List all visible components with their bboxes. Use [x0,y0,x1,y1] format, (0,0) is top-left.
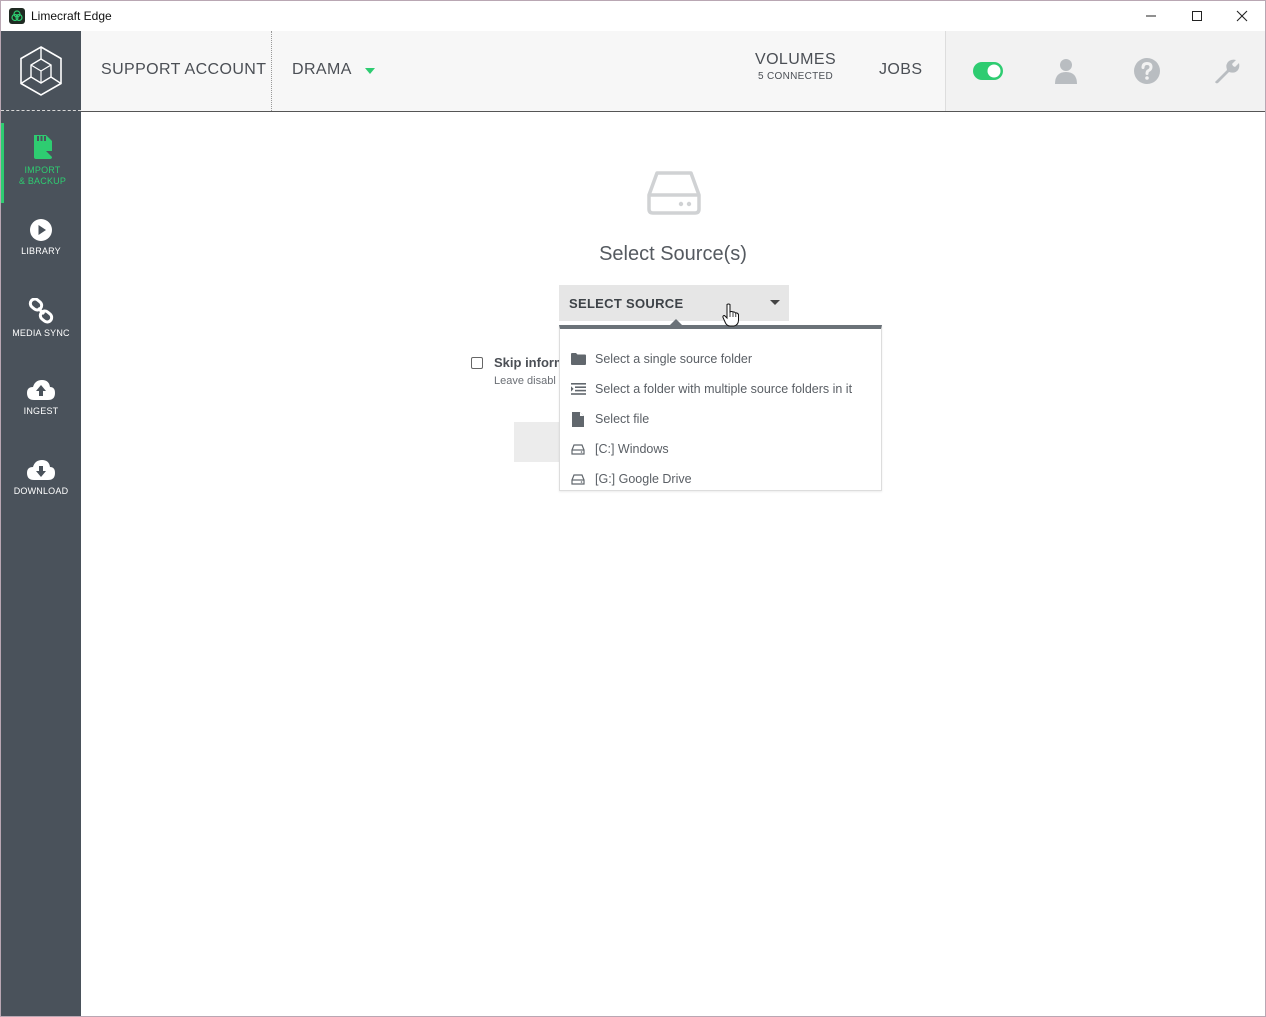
header-divider [271,31,272,111]
sidebar-item-library[interactable]: LIBRARY [1,208,81,288]
sidebar-item-download[interactable]: DOWNLOAD [1,448,81,528]
online-toggle[interactable] [972,55,1004,87]
menu-item-label: [G:] Google Drive [595,472,692,486]
cloud-upload-icon [27,380,55,400]
menu-item-single-folder[interactable]: Select a single source folder [560,344,881,374]
menu-item-drive-c[interactable]: [C:] Windows [560,434,881,464]
select-source-label: SELECT SOURCE [569,295,684,311]
window-title: Limecraft Edge [31,9,112,23]
wrench-icon [1215,59,1240,84]
jobs-button[interactable]: JOBS [879,61,922,79]
maximize-button[interactable] [1174,1,1220,31]
skip-hint: Leave disabl [494,375,556,387]
user-button[interactable] [1050,55,1082,87]
account-name[interactable]: SUPPORT ACCOUNT [101,61,266,79]
drive-icon [570,441,586,457]
skip-checkbox[interactable] [471,357,483,369]
volumes-label: VOLUMES [755,51,837,68]
sidebar-item-label: INGEST [23,406,59,416]
sidebar-item-label: LIBRARY [21,246,61,256]
toggle-on-icon [973,62,1003,80]
link-icon [28,298,54,324]
caret-down-icon[interactable] [365,68,375,74]
menu-item-drive-g[interactable]: [G:] Google Drive [560,464,881,494]
volumes-button[interactable]: VOLUMES 5 CONNECTED [755,51,836,82]
minimize-button[interactable] [1128,1,1174,31]
cube-logo-icon [20,45,62,96]
file-icon [570,411,586,427]
maximize-icon [1192,11,1202,21]
sidebar-item-ingest[interactable]: INGEST [1,368,81,448]
app-window: Limecraft Edge IMPORT & BACKUP LIBRARY M… [0,0,1266,1017]
caret-down-icon [770,300,780,305]
project-selector[interactable]: DRAMA [292,61,352,79]
drive-icon [570,471,586,487]
menu-item-label: Select file [595,412,650,426]
skip-label: Skip inform [494,355,566,370]
hard-drive-icon [647,171,701,215]
sidebar-item-import-backup[interactable]: IMPORT & BACKUP [1,123,81,203]
menu-item-select-file[interactable]: Select file [560,404,881,434]
top-header: SUPPORT ACCOUNT DRAMA VOLUMES 5 CONNECTE… [81,31,1265,112]
logo[interactable] [1,31,81,111]
app-logo-icon [9,8,25,24]
close-button[interactable] [1219,1,1265,31]
sidebar-item-label: & BACKUP [18,176,67,186]
list-indent-icon [570,381,586,397]
help-icon [1134,58,1160,84]
user-icon [1055,59,1077,84]
folder-icon [570,351,586,367]
close-icon [1236,10,1248,22]
header-actions [945,31,1265,111]
menu-item-label: Select a single source folder [595,352,753,366]
main-content: Select Source(s) SELECT SOURCE Skip info… [81,113,1265,1016]
source-dropdown-menu: Select a single source folder Select a f… [559,325,882,491]
sd-card-icon [33,135,52,159]
settings-button[interactable] [1210,55,1242,87]
sidebar-item-media-sync[interactable]: MEDIA SYNC [1,288,81,368]
sidebar-item-label: MEDIA SYNC [12,328,70,338]
hand-cursor-icon [722,303,739,327]
sidebar-item-label: IMPORT [24,165,61,175]
play-icon [30,219,52,241]
minimize-icon [1146,15,1156,17]
sidebar-item-label: DOWNLOAD [13,486,69,496]
page-title: Select Source(s) [599,243,747,265]
menu-item-label: Select a folder with multiple source fol… [595,382,853,396]
cloud-download-icon [27,460,55,480]
help-button[interactable] [1131,55,1163,87]
menu-item-label: [C:] Windows [595,442,669,456]
sidebar: IMPORT & BACKUP LIBRARY MEDIA SYNC INGES… [1,31,81,1016]
menu-item-multiple-folders[interactable]: Select a folder with multiple source fol… [560,374,881,404]
select-source-dropdown[interactable]: SELECT SOURCE [559,285,789,321]
title-bar: Limecraft Edge [1,1,1265,31]
volumes-status: 5 CONNECTED [758,71,834,82]
